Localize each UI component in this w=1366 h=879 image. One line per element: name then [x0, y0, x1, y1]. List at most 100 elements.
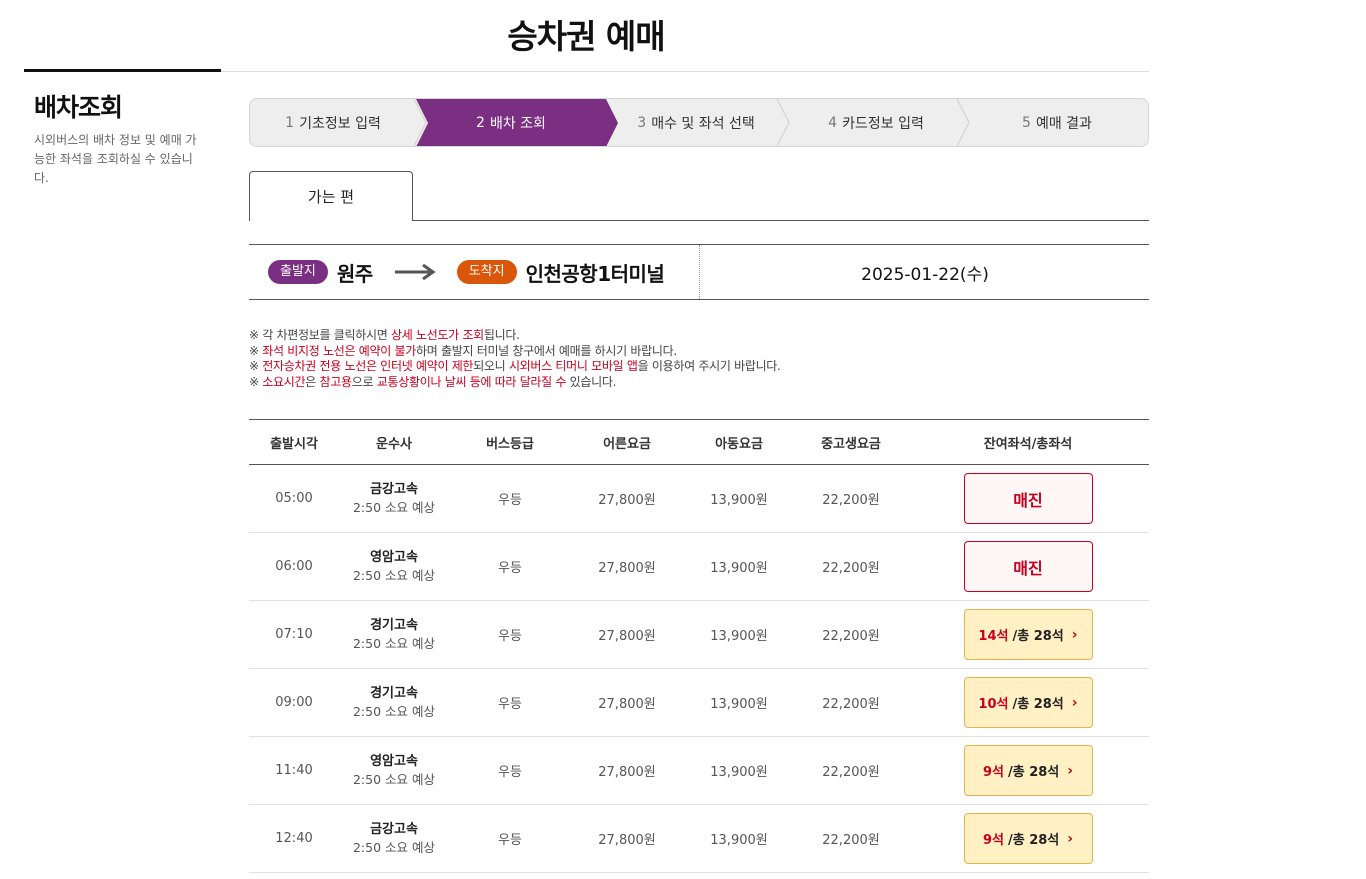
sidebar-description: 시외버스의 배차 정보 및 예매 가능한 좌석을 조회하실 수 있습니다.	[34, 133, 197, 185]
notice-text: 되오니	[473, 359, 509, 373]
step-indicator: 1 기초정보 입력 2 배차 조회 3 매수 및 좌석 선택 4 카드정보 입력 5 예매…	[249, 98, 1149, 147]
departure-city: 원주	[336, 261, 373, 286]
child-fare: 13,900원	[710, 765, 768, 780]
remaining-seats: 10석	[978, 697, 1009, 712]
notice-highlight: 좌석 비지정 노선은 예약이 불가	[262, 343, 416, 358]
header-departure-time: 출발시각	[270, 436, 318, 452]
notice-highlight: 전자승차권 전용 노선은 인터넷 예약이 제한	[262, 359, 474, 373]
arrival-tag: 도착지	[456, 260, 517, 284]
operator-cell: 경기고속 2:50 소요 예상	[339, 617, 449, 653]
departure-tag: 출발지	[268, 260, 328, 284]
teen-fare: 22,200원	[822, 493, 880, 508]
operator-cell: 경기고속 2:50 소요 예상	[339, 685, 449, 721]
operator-cell: 영암고속 2:50 소요 예상	[339, 753, 449, 789]
schedule-table: 출발시각 운수사 버스등급 어른요금 아동요금 중고생요금 잔여좌석/총좌석 0…	[249, 419, 1149, 873]
adult-fare: 27,800원	[598, 765, 656, 780]
operator-name: 경기고속	[370, 685, 418, 701]
table-body: 05:00 금강고속 2:50 소요 예상 우등 27,800원 13,900원 22,20…	[249, 465, 1149, 873]
operator-name: 경기고속	[370, 617, 418, 633]
step-separator-icon	[413, 99, 427, 146]
step-5: 5 예매 결과	[966, 99, 1148, 146]
tab-outbound[interactable]: 가는 편	[249, 171, 413, 221]
select-seat-button[interactable]: 14석/총 28석 ›	[963, 609, 1093, 660]
child-fare: 13,900원	[710, 697, 768, 712]
total-seats: /총 28석	[1012, 697, 1064, 712]
notice-text: 은	[305, 374, 320, 389]
select-seat-button[interactable]: 10석/총 28석 ›	[963, 677, 1093, 728]
travel-duration: 2:50 소요 예상	[352, 839, 436, 855]
adult-fare: 27,800원	[598, 697, 656, 712]
travel-duration: 2:50 소요 예상	[352, 499, 436, 515]
adult-fare: 27,800원	[598, 493, 656, 508]
arrow-right-icon	[394, 264, 436, 280]
step-3: 3 매수 및 좌석 선택	[606, 99, 786, 146]
chevron-right-icon: ›	[1067, 830, 1074, 847]
table-row[interactable]: 07:10 경기고속 2:50 소요 예상 우등 27,800원 13,900원 22,20…	[249, 601, 1149, 669]
departure-time: 07:10	[275, 627, 313, 642]
table-row[interactable]: 06:00 영암고속 2:50 소요 예상 우등 27,800원 13,900원 22,20…	[249, 533, 1149, 601]
select-seat-button[interactable]: 9석/총 28석 ›	[963, 813, 1093, 864]
notice-line: ※ 좌석 비지정 노선은 예약이 불가하며 출발지 터미널 창구에서 예매를 하…	[249, 344, 781, 360]
select-seat-button[interactable]: 9석/총 28석 ›	[963, 745, 1093, 796]
table-row[interactable]: 12:40 금강고속 2:50 소요 예상 우등 27,800원 13,900원 22,20…	[249, 805, 1149, 873]
step-num: 4	[828, 114, 838, 131]
operator-cell: 금강고속 2:50 소요 예상	[339, 821, 449, 857]
teen-fare: 22,200원	[822, 629, 880, 644]
step-label: 매수 및 좌석 선택	[651, 115, 755, 132]
notice-line: ※ 각 차편정보를 클릭하시면 상세 노선도가 조회됩니다.	[249, 328, 781, 344]
total-seats: /총 28석	[1012, 629, 1064, 644]
bus-grade: 우등	[498, 765, 522, 780]
route-cities: 출발지 원주 도착지 인천공항1터미널	[249, 245, 700, 299]
notice-text: 있습니다.	[566, 374, 617, 389]
notice-highlight: 소요시간	[262, 374, 306, 389]
table-row[interactable]: 11:40 영암고속 2:50 소요 예상 우등 27,800원 13,900원 22,20…	[249, 737, 1149, 805]
operator-name: 영암고속	[370, 753, 418, 769]
table-header: 출발시각 운수사 버스등급 어른요금 아동요금 중고생요금 잔여좌석/총좌석	[249, 419, 1149, 465]
sidebar-title: 배차조회	[34, 93, 123, 122]
step-separator-icon	[776, 99, 790, 146]
sidebar-rule	[24, 69, 221, 72]
departure-time: 06:00	[275, 559, 313, 574]
operator-name: 금강고속	[370, 821, 418, 837]
teen-fare: 22,200원	[822, 561, 880, 576]
seat-cell: 매진	[907, 473, 1149, 524]
table-row[interactable]: 09:00 경기고속 2:50 소요 예상 우등 27,800원 13,900원 22,20…	[249, 669, 1149, 737]
direction-tabs: 가는 편	[249, 171, 1149, 221]
teen-fare: 22,200원	[822, 833, 880, 848]
step-num: 2	[476, 114, 485, 131]
remaining-seats: 9석	[982, 765, 1004, 780]
child-fare: 13,900원	[710, 493, 768, 508]
notice-text: ※	[249, 374, 263, 389]
bus-grade: 우등	[498, 629, 522, 644]
notice-line: ※ 소요시간은 참고용으로 교통상황이나 날씨 등에 따라 달라질 수 있습니다…	[249, 375, 781, 391]
step-label: 카드정보 입력	[842, 115, 924, 132]
child-fare: 13,900원	[710, 561, 768, 576]
header-teen-fare: 중고생요금	[821, 436, 881, 452]
notice-text: ※	[249, 359, 263, 373]
operator-name: 영암고속	[370, 549, 418, 565]
seat-cell: 9석/총 28석 ›	[907, 745, 1149, 796]
child-fare: 13,900원	[710, 629, 768, 644]
adult-fare: 27,800원	[598, 833, 656, 848]
bus-grade: 우등	[498, 833, 522, 848]
seat-cell: 매진	[907, 541, 1149, 592]
notice-text: ※ 각 차편정보를 클릭하시면	[249, 328, 391, 342]
travel-duration: 2:50 소요 예상	[352, 567, 436, 583]
notice-text: 으로	[351, 374, 377, 389]
adult-fare: 27,800원	[598, 561, 656, 576]
route-summary: 출발지 원주 도착지 인천공항1터미널 2025-01-22(수)	[249, 244, 1149, 300]
header-child-fare: 아동요금	[715, 436, 763, 452]
notice-text: 을 이용하여 주시기 바랍니다.	[637, 359, 781, 373]
notice-text: ※	[249, 343, 263, 358]
operator-cell: 영암고속 2:50 소요 예상	[339, 549, 449, 585]
chevron-right-icon: ›	[1071, 694, 1078, 711]
table-row[interactable]: 05:00 금강고속 2:50 소요 예상 우등 27,800원 13,900원 22,20…	[249, 465, 1149, 533]
seat-cell: 10석/총 28석 ›	[907, 677, 1149, 728]
step-2-active: 2 배차 조회	[416, 99, 618, 146]
step-num: 1	[285, 114, 295, 131]
adult-fare: 27,800원	[598, 629, 656, 644]
arrival-city: 인천공항1터미널	[525, 261, 665, 286]
step-1: 1 기초정보 입력	[250, 99, 416, 146]
title-rule	[221, 71, 1149, 72]
departure-time: 12:40	[275, 831, 313, 846]
